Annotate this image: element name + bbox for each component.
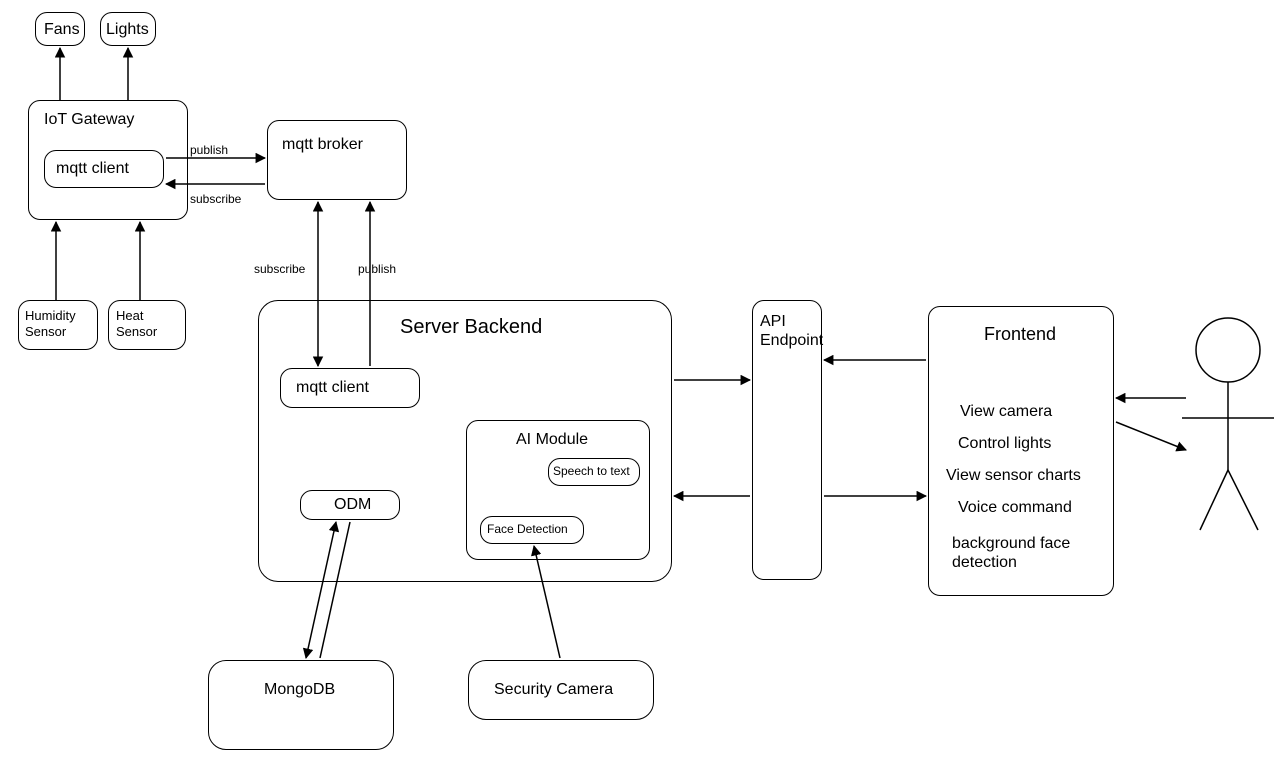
user-icon xyxy=(1182,318,1274,530)
label-humidity-sensor: Humidity Sensor xyxy=(25,308,76,339)
label-bg-face-detect: background face detection xyxy=(952,534,1070,572)
label-mqtt-broker: mqtt broker xyxy=(282,135,363,154)
label-lights: Lights xyxy=(106,20,149,39)
edge-label-subscribe-2: subscribe xyxy=(254,262,305,276)
label-mqtt-client-gateway: mqtt client xyxy=(56,159,129,178)
edge-label-publish-2: publish xyxy=(358,262,396,276)
label-mongodb: MongoDB xyxy=(264,680,335,699)
node-mqtt-broker xyxy=(267,120,407,200)
label-frontend: Frontend xyxy=(984,324,1056,346)
label-fans: Fans xyxy=(44,20,80,39)
label-odm: ODM xyxy=(334,495,371,514)
label-mqtt-client-server: mqtt client xyxy=(296,378,369,397)
label-view-sensor-charts: View sensor charts xyxy=(946,466,1081,485)
architecture-diagram: Fans Lights IoT Gateway mqtt client mqtt… xyxy=(0,0,1280,782)
label-iot-gateway: IoT Gateway xyxy=(44,110,134,129)
label-api-endpoint: API Endpoint xyxy=(760,312,823,350)
label-control-lights: Control lights xyxy=(958,434,1051,453)
label-voice-command: Voice command xyxy=(958,498,1072,517)
label-view-camera: View camera xyxy=(960,402,1052,421)
label-ai-module: AI Module xyxy=(516,430,588,449)
edge-label-publish-1: publish xyxy=(190,143,228,157)
label-server-backend: Server Backend xyxy=(400,315,542,339)
edge-label-subscribe-1: subscribe xyxy=(190,192,241,206)
label-security-camera: Security Camera xyxy=(494,680,613,699)
label-face-detection: Face Detection xyxy=(487,522,568,536)
label-heat-sensor: Heat Sensor xyxy=(116,308,157,339)
node-mongodb xyxy=(208,660,394,750)
label-speech-to-text: Speech to text xyxy=(553,464,630,478)
